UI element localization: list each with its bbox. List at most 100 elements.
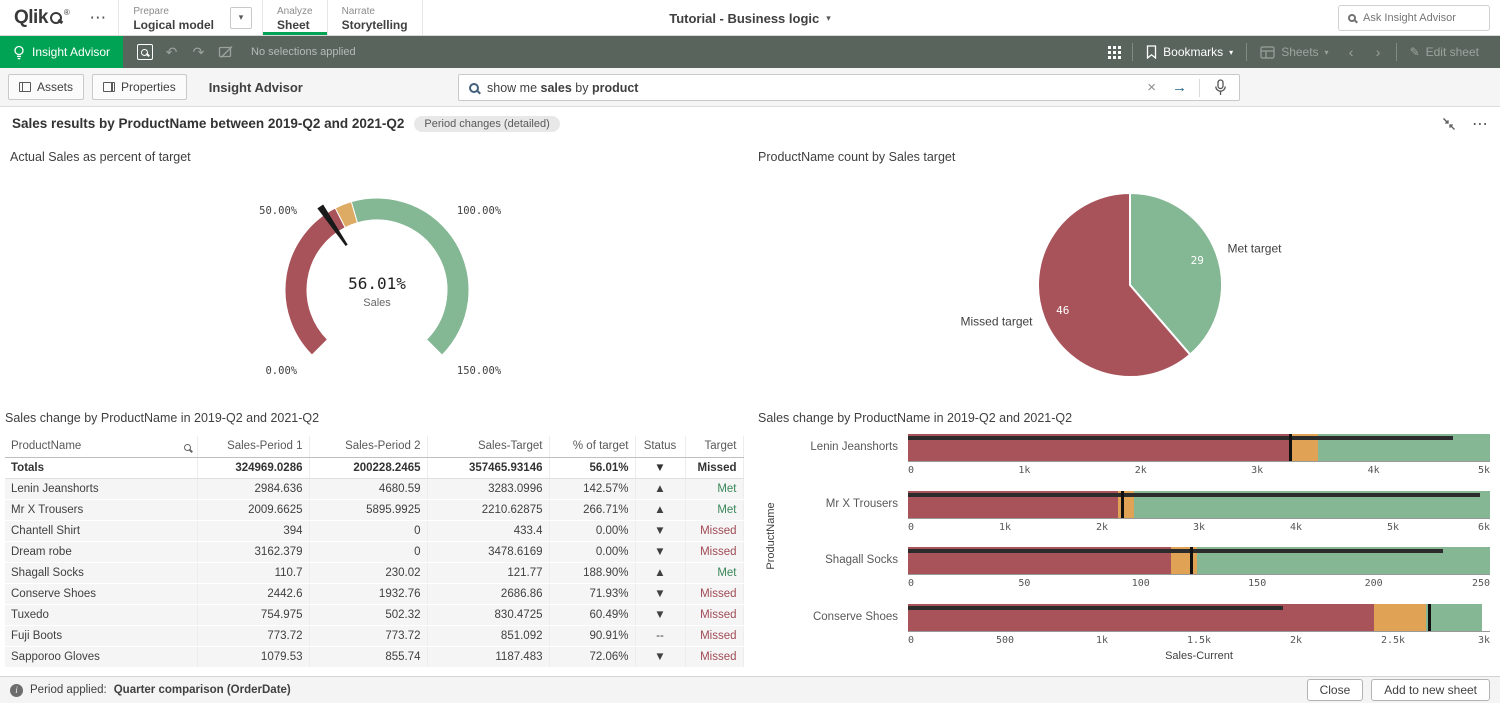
table-row[interactable]: Lenin Jeanshorts2984.6364680.593283.0996… <box>5 478 743 499</box>
voice-search-button[interactable] <box>1208 79 1229 96</box>
clear-search-button[interactable]: × <box>1143 79 1160 96</box>
table-cell[interactable]: Fuji Boots <box>5 625 197 646</box>
table-cell[interactable]: Met <box>685 499 743 520</box>
table-row[interactable]: Sapporoo Gloves1079.53855.741187.48372.0… <box>5 646 743 667</box>
table-cell[interactable]: Totals <box>5 457 197 478</box>
table-cell[interactable]: 855.74 <box>309 646 427 667</box>
table-cell[interactable]: 56.01% <box>549 457 635 478</box>
table-cell[interactable]: Mr X Trousers <box>5 499 197 520</box>
table-cell[interactable]: 502.32 <box>309 604 427 625</box>
table-cell[interactable]: Met <box>685 562 743 583</box>
table-cell[interactable]: Sapporoo Gloves <box>5 646 197 667</box>
table-cell[interactable]: 0 <box>309 520 427 541</box>
table-cell[interactable]: 121.77 <box>427 562 549 583</box>
table-cell[interactable]: 90.91% <box>549 625 635 646</box>
table-cell[interactable]: Shagall Socks <box>5 562 197 583</box>
table-cell[interactable]: ▼ <box>635 583 685 604</box>
kpi-table[interactable]: ProductNameSales-Period 1Sales-Period 2 S… <box>5 436 749 668</box>
column-header[interactable]: Target <box>685 436 743 457</box>
global-menu-button[interactable]: ⋯ <box>77 0 118 35</box>
table-cell[interactable]: 0 <box>309 541 427 562</box>
column-header[interactable]: Status <box>635 436 685 457</box>
add-to-new-sheet-button[interactable]: Add to new sheet <box>1371 679 1490 701</box>
table-cell[interactable]: 830.4725 <box>427 604 549 625</box>
table-cell[interactable]: Missed <box>685 625 743 646</box>
assets-panel-button[interactable]: Assets <box>8 74 84 100</box>
bullet-row[interactable]: Mr X Trousers01k2k3k4k5k6k <box>760 491 1492 543</box>
table-cell[interactable]: Tuxedo <box>5 604 197 625</box>
table-cell[interactable]: ▲ <box>635 499 685 520</box>
table-cell[interactable]: 2686.86 <box>427 583 549 604</box>
redo-button[interactable]: ↷ <box>185 41 212 63</box>
table-cell[interactable]: ▼ <box>635 646 685 667</box>
properties-panel-button[interactable]: Properties <box>92 74 187 100</box>
search-query-text[interactable]: show me sales by product <box>487 81 1135 95</box>
table-cell[interactable]: Missed <box>685 583 743 604</box>
gauge-chart[interactable]: 0.00%50.00%100.00%150.00%56.01%Sales <box>227 175 527 395</box>
table-cell[interactable]: Missed <box>685 541 743 562</box>
table-cell[interactable]: 1187.483 <box>427 646 549 667</box>
column-header[interactable]: ProductName <box>5 436 197 457</box>
bullet-row[interactable]: Lenin Jeanshorts01k2k3k4k5k <box>760 434 1492 486</box>
table-row[interactable]: Fuji Boots773.72773.72851.09290.91%--Mis… <box>5 625 743 646</box>
table-cell[interactable]: 754.975 <box>197 604 309 625</box>
insight-advisor-toggle[interactable]: Insight Advisor <box>0 36 123 68</box>
edit-sheet-button[interactable]: ✎ Edit sheet <box>1401 36 1488 68</box>
table-cell[interactable]: 60.49% <box>549 604 635 625</box>
table-cell[interactable]: Missed <box>685 604 743 625</box>
table-cell[interactable]: 5895.9925 <box>309 499 427 520</box>
bullet-band[interactable] <box>908 434 1490 461</box>
table-row[interactable]: Conserve Shoes2442.61932.762686.8671.93%… <box>5 583 743 604</box>
qlik-logo[interactable]: Qlik® <box>0 0 77 35</box>
ask-insight-advisor-box[interactable] <box>1338 5 1490 31</box>
nav-narrate[interactable]: Narrate Storytelling <box>327 0 423 35</box>
pie-chart[interactable]: 29Met target46Missed target <box>940 182 1320 398</box>
previous-sheet-button[interactable]: ‹ <box>1338 41 1365 63</box>
column-search-icon[interactable] <box>184 444 191 451</box>
table-cell[interactable]: 3283.0996 <box>427 478 549 499</box>
submit-search-button[interactable]: → <box>1168 79 1191 96</box>
table-cell[interactable]: ▲ <box>635 562 685 583</box>
column-header[interactable]: Sales-Period 2 <box>309 436 427 457</box>
column-header[interactable]: % of target <box>549 436 635 457</box>
table-cell[interactable]: 266.71% <box>549 499 635 520</box>
table-cell[interactable]: 0.00% <box>549 541 635 562</box>
app-title-menu[interactable]: Tutorial - Business logic ▾ <box>669 0 831 36</box>
table-cell[interactable]: 2009.6625 <box>197 499 309 520</box>
bullet-band[interactable] <box>908 547 1490 574</box>
table-cell[interactable]: Missed <box>685 646 743 667</box>
nav-prepare[interactable]: Prepare Logical model <box>118 0 228 35</box>
results-menu-button[interactable]: ⋯ <box>1472 114 1488 134</box>
table-cell[interactable]: Chantell Shirt <box>5 520 197 541</box>
table-cell[interactable]: 433.4 <box>427 520 549 541</box>
table-cell[interactable]: Lenin Jeanshorts <box>5 478 197 499</box>
table-cell[interactable]: 71.93% <box>549 583 635 604</box>
table-cell[interactable]: ▼ <box>635 541 685 562</box>
column-header[interactable]: Sales-Period 1 <box>197 436 309 457</box>
table-cell[interactable]: ▲ <box>635 478 685 499</box>
undo-button[interactable]: ↶ <box>158 41 185 63</box>
table-cell[interactable]: 1932.76 <box>309 583 427 604</box>
period-changes-badge[interactable]: Period changes (detailed) <box>414 116 559 132</box>
table-row[interactable]: Shagall Socks110.7230.02121.77188.90%▲Me… <box>5 562 743 583</box>
table-cell[interactable]: Missed <box>685 457 743 478</box>
table-cell[interactable]: 2442.6 <box>197 583 309 604</box>
collapse-results-button[interactable] <box>1442 117 1456 131</box>
close-button[interactable]: Close <box>1307 679 1364 701</box>
table-cell[interactable]: ▼ <box>635 520 685 541</box>
bullet-band[interactable] <box>908 604 1490 631</box>
table-cell[interactable]: Met <box>685 478 743 499</box>
table-cell[interactable]: Conserve Shoes <box>5 583 197 604</box>
table-cell[interactable]: 2984.636 <box>197 478 309 499</box>
table-cell[interactable]: 188.90% <box>549 562 635 583</box>
table-cell[interactable]: 3162.379 <box>197 541 309 562</box>
table-row[interactable]: Tuxedo754.975502.32830.472560.49%▼Missed <box>5 604 743 625</box>
table-cell[interactable]: 851.092 <box>427 625 549 646</box>
bookmarks-button[interactable]: Bookmarks ▾ <box>1137 36 1242 68</box>
table-cell[interactable]: 773.72 <box>309 625 427 646</box>
next-sheet-button[interactable]: › <box>1365 41 1392 63</box>
table-cell[interactable]: ▼ <box>635 457 685 478</box>
bullet-band[interactable] <box>908 491 1490 518</box>
insight-search-box[interactable]: show me sales by product × → <box>458 74 1240 101</box>
nav-analyze[interactable]: Analyze Sheet <box>262 0 327 35</box>
